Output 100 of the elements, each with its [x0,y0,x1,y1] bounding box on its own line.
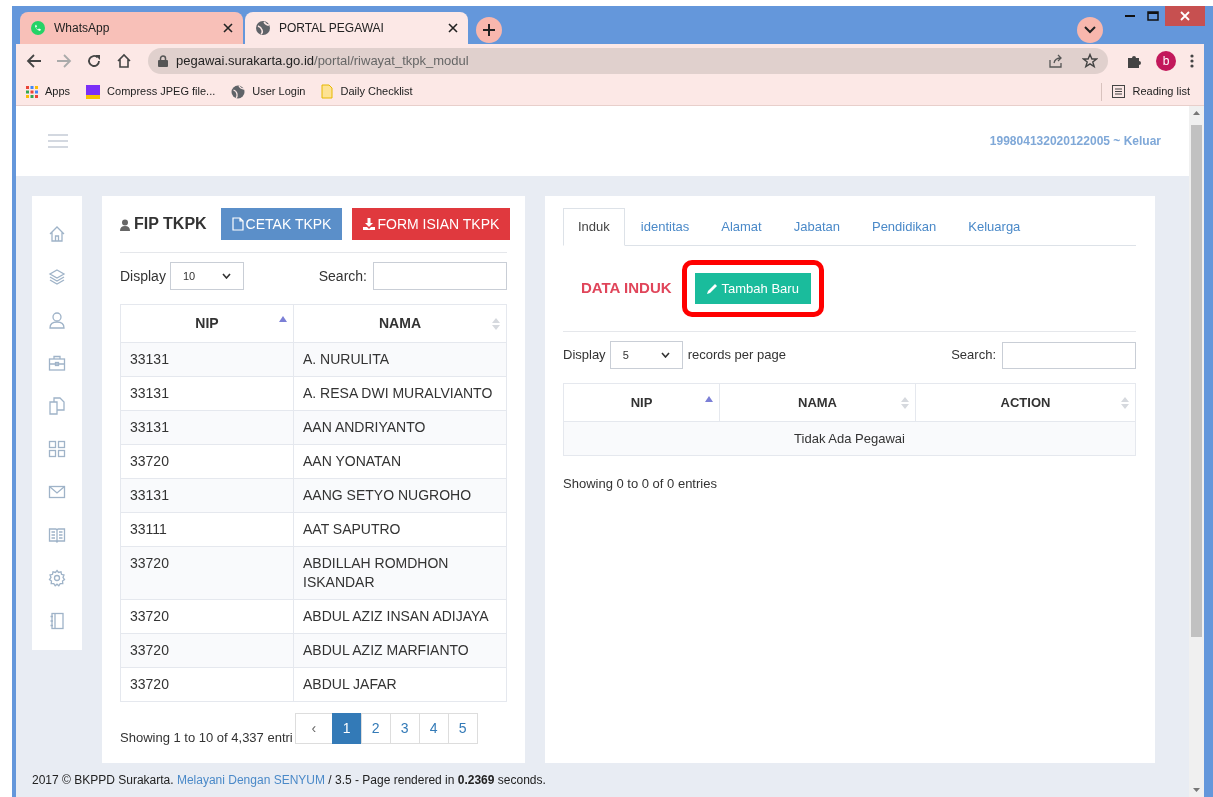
folder-icon [321,84,334,99]
back-icon[interactable] [26,53,42,69]
tab[interactable]: Keluarga [954,208,1035,245]
tab-search-button[interactable] [1077,17,1103,43]
page-button[interactable]: 1 [331,713,362,744]
search-field[interactable] [373,262,507,290]
panel-title: FIP TKPK [134,214,207,234]
table-cell: AAN ANDRIYANTO [293,410,507,445]
star-icon[interactable] [1082,53,1098,69]
minimize-icon [1125,14,1135,18]
chevron-down-icon [1084,26,1096,34]
browser-tab[interactable]: WhatsApp [20,12,243,44]
table-cell: A. RESA DWI MURALVIANTO [293,376,507,411]
page-button[interactable]: 5 [447,713,478,744]
close-icon[interactable] [223,23,233,33]
table-info: Showing 1 to 10 of 4,337 entri [120,729,293,747]
chevron-down-icon [660,352,670,358]
briefcase-icon[interactable] [48,353,66,372]
column-header[interactable]: NAMA [293,304,507,343]
close-icon [1180,11,1190,21]
table-cell: 33720 [120,546,294,600]
browser-tab[interactable]: PORTAL PEGAWAI [245,12,468,44]
tab[interactable]: Jabatan [779,208,854,245]
table-cell: AAT SAPUTRO [293,512,507,547]
page-size-dropdown[interactable]: 10 [169,262,244,290]
display-label: Display [563,346,606,365]
lock-icon [158,55,168,67]
column-header[interactable]: NAMA [719,383,916,422]
sort-ascending-icon[interactable] [279,316,287,322]
display-label: Display [120,266,166,286]
share-icon[interactable] [1048,53,1064,69]
table-cell: A. NURULITA [293,342,507,377]
profile-avatar[interactable]: b [1156,51,1176,71]
maximize-icon [1147,11,1159,21]
page-button[interactable]: ‹ [294,713,333,744]
table-cell: ABDUL JAFAR [293,667,507,702]
table-cell: ABDUL AZIZ MARFIANTO [293,633,507,668]
column-header[interactable]: NIP [563,383,720,422]
settings-icon[interactable] [48,568,66,587]
notebook-icon[interactable] [48,611,66,630]
reload-icon[interactable] [86,53,102,69]
forward-icon[interactable] [56,53,72,69]
chat-icon [30,20,46,36]
table-cell: 33720 [120,444,294,479]
table-cell: 33131 [120,376,294,411]
page-button[interactable]: 3 [389,713,420,744]
column-header[interactable]: NIP [120,304,294,343]
table-cell: 33131 [120,478,294,513]
tab-title: WhatsApp [54,20,111,37]
page-button[interactable]: 2 [360,713,391,744]
section-title: DATA INDUK [581,278,672,299]
list-icon [1111,85,1125,98]
address-bar[interactable]: pegawai.surakarta.go.id/portal/riwayat_tkpk_modul [148,48,1108,74]
close-button[interactable] [1165,6,1205,26]
user-icon[interactable] [48,310,66,329]
tab[interactable]: Pendidikan [857,208,951,245]
new-tab-button[interactable] [476,17,502,43]
table-cell: AAN YONATAN [293,444,507,479]
close-icon[interactable] [448,23,458,33]
search-field[interactable] [1002,341,1136,369]
download-icon [363,218,376,230]
grid-icon [26,85,38,98]
layers-icon[interactable] [48,267,66,286]
down-arrow-icon [1193,788,1200,792]
grid-icon[interactable] [48,439,66,458]
page-size-dropdown[interactable]: 5 [609,341,683,369]
sort-icon[interactable] [492,318,500,330]
download-button[interactable]: FORM ISIAN TKPK [352,208,511,240]
scrollbar[interactable] [1189,106,1204,797]
book-icon[interactable] [48,525,66,544]
more-icon[interactable] [1190,54,1194,68]
table-cell: 33131 [120,342,294,377]
table-cell: 33720 [120,633,294,668]
bookmark[interactable]: Apps [26,83,71,100]
table-cell: AANG SETYO NUGROHO [293,478,507,513]
table-cell: 33720 [120,599,294,634]
home-icon[interactable] [116,53,132,69]
reading-list-button[interactable]: Reading list [1111,83,1190,100]
column-header[interactable]: ACTION [915,383,1136,422]
plus-icon [483,24,495,36]
table-cell: 33131 [120,410,294,445]
person-icon [120,219,130,231]
page-button[interactable]: 4 [418,713,449,744]
sort-ascending-icon[interactable] [705,396,713,402]
tab[interactable]: Induk [563,208,625,246]
bookmark[interactable]: Compress JPEG file... [86,83,216,100]
documents-icon[interactable] [48,396,66,415]
bookmark[interactable]: User Login [231,83,306,100]
bookmark[interactable]: Daily Checklist [321,83,413,100]
search-label: Search: [318,266,367,286]
url-text: pegawai.surakarta.go.id/portal/riwayat_tkpk_modul [176,52,470,71]
tab[interactable]: Alamat [707,208,776,245]
tab[interactable]: identitas [626,208,704,245]
sort-icon[interactable] [1121,397,1129,409]
menu-icon[interactable] [48,134,68,148]
search-label: Search: [951,346,996,365]
sort-icon[interactable] [901,397,909,409]
empty-message: Tidak Ada Pegawai [563,421,1136,456]
print-button[interactable]: CETAK TKPK [220,208,343,240]
puzzle-icon[interactable] [1126,53,1142,69]
